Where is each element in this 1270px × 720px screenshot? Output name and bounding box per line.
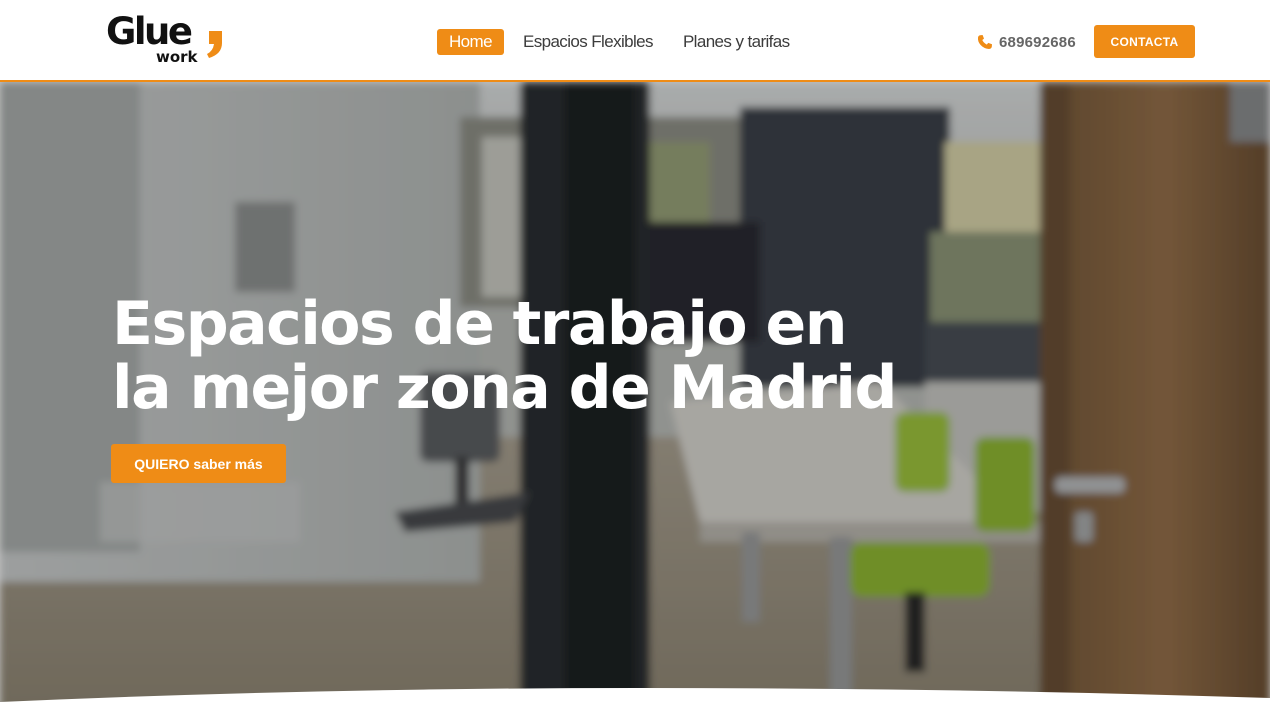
hero-title-line-1: Espacios de trabajo en bbox=[112, 289, 847, 359]
contact-button[interactable]: CONTACTA bbox=[1094, 25, 1195, 58]
main-nav: Home Espacios Flexibles Planes y tarifas bbox=[437, 29, 790, 55]
nav-item-espacios-flexibles[interactable]: Espacios Flexibles bbox=[523, 29, 654, 55]
nav-item-home[interactable]: Home bbox=[437, 29, 504, 55]
logo-comma-icon bbox=[207, 31, 222, 58]
nav-item-planes-y-tarifas[interactable]: Planes y tarifas bbox=[683, 29, 790, 55]
quiero-saber-mas-button[interactable]: QUIERO saber más bbox=[111, 444, 286, 483]
logo-wordmark: Glue bbox=[106, 10, 193, 53]
phone-icon bbox=[977, 35, 992, 49]
hero-bottom-wave bbox=[0, 688, 1270, 720]
site-header: Glue work Home Espacios Flexibles Planes… bbox=[0, 0, 1270, 82]
phone-number: 689692686 bbox=[999, 33, 1076, 51]
logo[interactable]: Glue work bbox=[106, 12, 226, 68]
hero-section: Espacios de trabajo en la mejor zona de … bbox=[0, 82, 1270, 720]
phone-link[interactable]: 689692686 bbox=[977, 31, 1076, 53]
hero-title-line-2: la mejor zona de Madrid bbox=[112, 356, 912, 420]
hero-title: Espacios de trabajo en la mejor zona de … bbox=[112, 292, 912, 420]
hero-title-prefix: la mejor zona de bbox=[112, 353, 669, 423]
logo-subtitle: work bbox=[156, 48, 198, 66]
hero-title-highlight: Madrid bbox=[668, 353, 898, 423]
